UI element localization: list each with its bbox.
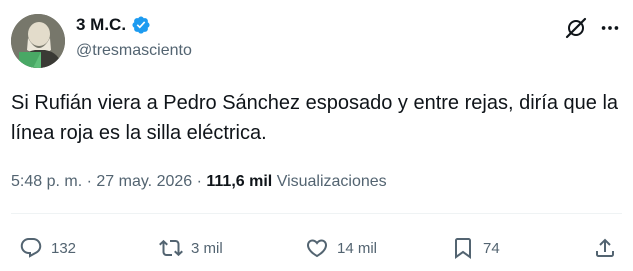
- tweet-text: Si Rufián viera a Pedro Sánchez esposado…: [11, 92, 619, 144]
- tweet-time[interactable]: 5:48 p. m.: [11, 173, 82, 190]
- tweet-date[interactable]: 27 may. 2026: [96, 173, 192, 190]
- meta-separator: ·: [196, 173, 202, 190]
- divider: [11, 213, 622, 214]
- reply-button[interactable]: 132: [19, 233, 76, 263]
- grok-button[interactable]: [563, 15, 589, 41]
- more-options-icon: [601, 26, 619, 30]
- repost-count: 3 mil: [191, 239, 223, 257]
- repost-button[interactable]: 3 mil: [159, 233, 223, 263]
- bookmark-count: 74: [483, 239, 500, 257]
- author-handle[interactable]: @tresmasciento: [76, 41, 192, 61]
- more-options-button[interactable]: [597, 15, 623, 41]
- like-button[interactable]: 14 mil: [305, 233, 377, 263]
- action-bar: 132 3 mil 14 mil 74: [11, 233, 622, 263]
- repost-icon: [159, 239, 183, 257]
- verified-badge-icon: [132, 16, 150, 34]
- share-button[interactable]: [593, 233, 617, 263]
- grok-icon: [565, 17, 587, 39]
- share-icon: [596, 238, 614, 257]
- avatar-image: [11, 14, 65, 68]
- reply-count: 132: [51, 239, 77, 257]
- views-count: 111,6 mil: [206, 173, 273, 190]
- like-icon: [306, 239, 328, 258]
- tweet-meta: 5:48 p. m. · 27 may. 2026 · 111,6 mil Vi…: [11, 172, 387, 192]
- author-display-name[interactable]: 3 M.C.: [76, 15, 126, 35]
- meta-separator: ·: [86, 173, 92, 190]
- reply-icon: [20, 238, 42, 258]
- bookmark-button[interactable]: 74: [451, 233, 500, 263]
- like-count: 14 mil: [337, 239, 378, 257]
- avatar[interactable]: [11, 14, 65, 68]
- views-label: Visualizaciones: [276, 173, 387, 190]
- bookmark-icon: [455, 238, 471, 259]
